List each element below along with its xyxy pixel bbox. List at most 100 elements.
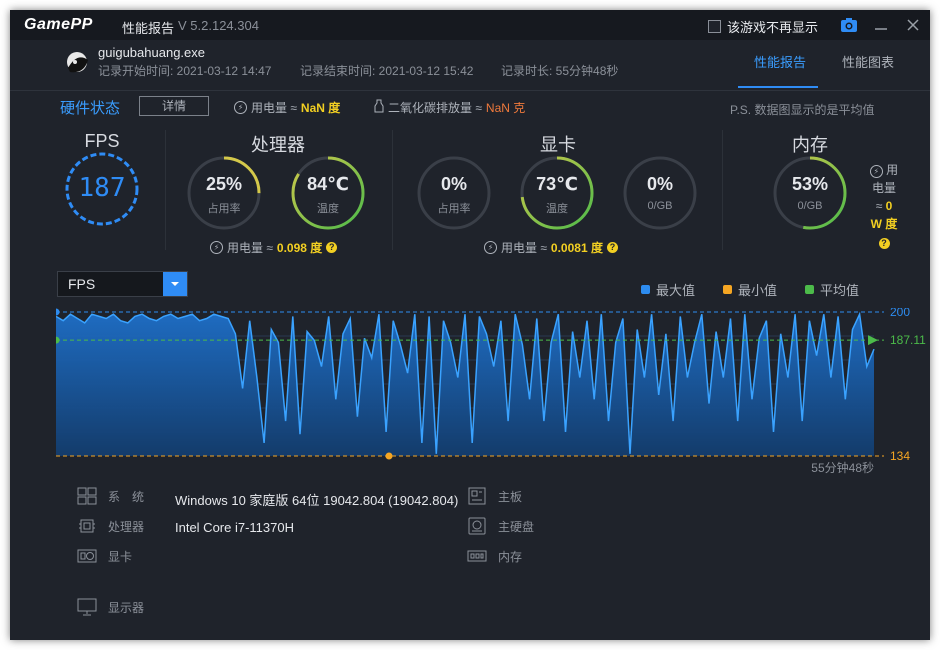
- cpu-temp-value: 84℃: [307, 174, 349, 194]
- gpu-temp-label: 温度: [546, 203, 568, 215]
- gpu-usage-value: 0%: [440, 174, 467, 194]
- hardware-status-title: 硬件状态: [60, 100, 121, 117]
- help-icon[interactable]: ?: [878, 238, 890, 249]
- fps-chart[interactable]: 200 187.11 134 55分钟48秒: [56, 308, 926, 478]
- power-label: 用电量 ≈: [251, 101, 297, 115]
- camera-icon[interactable]: [838, 14, 860, 36]
- gpu-power: ⚡ 用电量 ≈ 0.0081 度 ?: [484, 239, 618, 256]
- ram-icon: [466, 546, 488, 566]
- co2-label: 二氧化碳排放量 ≈: [388, 101, 482, 115]
- legend: 最大值 最小值 平均值: [641, 280, 859, 299]
- active-tab-indicator: [738, 86, 818, 88]
- cpu-power: ⚡ 用电量 ≈ 0.098 度 ?: [210, 239, 338, 256]
- legend-max: 最大值: [641, 280, 695, 299]
- no-show-label: 该游戏不再显示: [727, 20, 819, 35]
- cpu-title: 处理器: [251, 135, 305, 155]
- divider: [722, 130, 723, 250]
- bottle-icon: [374, 99, 384, 116]
- os-value: Windows 10 家庭版 64位 19042.804 (19042.804): [175, 493, 459, 508]
- gpu-usage-label: 占用率: [437, 203, 471, 215]
- fps-value: 187: [78, 173, 126, 203]
- tab-performance-chart[interactable]: 性能图表: [842, 52, 894, 71]
- gpu-temp-value: 73℃: [536, 174, 578, 194]
- system-row-gpu: 显卡: [76, 546, 132, 566]
- gpu-vram-gauge: 0% 0/GB: [622, 155, 698, 231]
- divider: [392, 130, 393, 250]
- gpu-label: 显卡: [108, 549, 133, 564]
- legend-swatch-max: [641, 285, 650, 294]
- bolt-icon: ⚡: [869, 165, 883, 178]
- gpu-usage-gauge: 0% 占用率: [416, 155, 492, 231]
- bolt-icon: ⚡: [234, 101, 247, 114]
- no-show-checkbox[interactable]: 该游戏不再显示: [708, 17, 818, 36]
- divider: [165, 130, 166, 250]
- memory-usage-gauge: 53% 0/GB: [772, 155, 848, 231]
- title-bar: GamePP 性能报告 V 5.2.124.304 该游戏不再显示: [10, 10, 930, 40]
- start-time: 记录开始时间: 2021-03-12 14:47: [98, 64, 272, 78]
- ref-label: 187.11: [890, 333, 926, 347]
- legend-avg: 平均值: [805, 280, 859, 299]
- duration-label: 55分钟48秒: [811, 460, 874, 475]
- gpu-icon: [76, 546, 98, 566]
- cpu-temp-label: 温度: [317, 203, 339, 215]
- fps-title: FPS: [84, 131, 120, 151]
- process-name: guigubahuang.exe: [98, 45, 205, 60]
- end-time: 记录结束时间: 2021-03-12 15:42: [300, 64, 474, 78]
- memory-power-line2: 电量: [871, 181, 896, 195]
- window-title: 性能报告: [122, 21, 175, 36]
- windows-icon: [76, 486, 98, 506]
- cpu-value: Intel Core i7-11370H: [175, 520, 294, 535]
- gpu-vram-value: 0%: [646, 174, 673, 194]
- legend-min: 最小值: [723, 280, 777, 299]
- game-avatar: [62, 48, 94, 80]
- app-logo: GamePP: [24, 16, 93, 33]
- cpu-usage-value: 25%: [205, 174, 243, 194]
- duration: 记录时长: 55分钟48秒: [501, 64, 619, 78]
- chart-note: P.S. 数据图显示的是平均值: [730, 103, 875, 117]
- co2-value: NaN 克: [485, 101, 526, 115]
- gpu-temp-gauge: 73℃ 温度: [519, 155, 595, 231]
- cpu-icon: [76, 516, 98, 536]
- legend-swatch-avg: [805, 285, 815, 294]
- system-row-disk: 主硬盘: [466, 516, 534, 536]
- checkbox-box[interactable]: [708, 20, 721, 33]
- ref-label: 200: [890, 308, 910, 319]
- bolt-icon: ⚡: [210, 241, 223, 254]
- details-button[interactable]: 详情: [139, 96, 209, 116]
- minimize-icon[interactable]: [870, 14, 892, 36]
- gpu-title: 显卡: [540, 135, 576, 155]
- memory-usage-label: 0/GB: [797, 200, 823, 212]
- version-label: V 5.2.124.304: [178, 18, 259, 33]
- memory-usage-value: 53%: [791, 174, 829, 194]
- avg-arrow: [868, 335, 878, 346]
- disk-label: 主硬盘: [498, 519, 535, 534]
- tab-performance-report[interactable]: 性能报告: [754, 52, 806, 71]
- cpu-power-label: 用电量 ≈: [227, 241, 273, 255]
- metric-select[interactable]: FPS: [57, 271, 188, 297]
- gpu-power-label: 用电量 ≈: [501, 241, 547, 255]
- memory-help[interactable]: ?: [862, 233, 906, 251]
- cpu-label: 处理器: [108, 519, 145, 534]
- memory-power-line3: ≈ 0: [875, 199, 893, 213]
- motherboard-label: 主板: [498, 489, 523, 504]
- help-icon[interactable]: ?: [606, 242, 618, 253]
- ram-label: 内存: [498, 549, 523, 564]
- os-label: 系 统: [108, 489, 145, 504]
- ref-label: 134: [890, 449, 910, 463]
- help-icon[interactable]: ?: [326, 242, 338, 253]
- report-window: GamePP 性能报告 V 5.2.124.304 该游戏不再显示 guigub…: [10, 10, 930, 640]
- disk-icon: [466, 516, 488, 536]
- bolt-icon: ⚡: [484, 241, 497, 254]
- motherboard-icon: [466, 486, 488, 506]
- system-row-monitor: 显示器: [76, 597, 144, 617]
- metric-select-value: FPS: [68, 276, 96, 292]
- system-row-motherboard: 主板: [466, 486, 522, 506]
- chevron-down-icon[interactable]: [163, 272, 187, 296]
- monitor-icon: [76, 597, 98, 617]
- memory-power: ⚡ 用 电量 ≈ 0 W 度 ?: [862, 161, 906, 251]
- cpu-usage-gauge: 25% 占用率: [186, 155, 262, 231]
- cpu-usage-label: 占用率: [207, 203, 241, 215]
- close-icon[interactable]: [902, 14, 924, 36]
- legend-swatch-min: [723, 285, 733, 294]
- power-value: NaN 度: [300, 101, 341, 115]
